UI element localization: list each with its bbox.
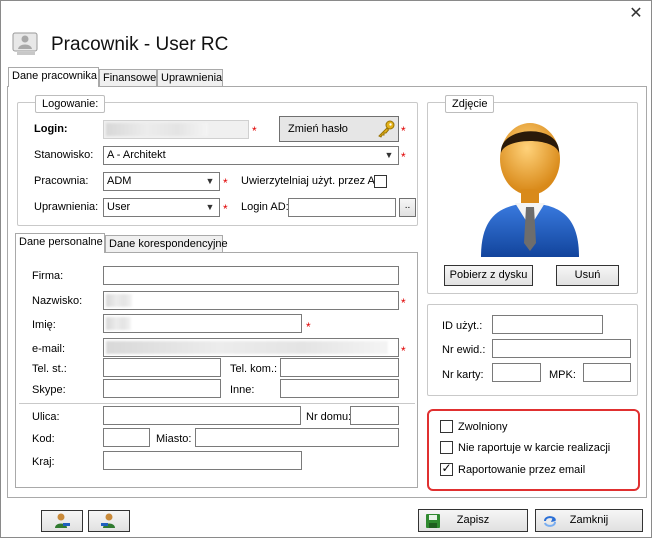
exit-icon xyxy=(544,516,556,527)
user-arrow-right-icon xyxy=(101,513,115,528)
city-label: Miasto: xyxy=(156,433,192,445)
window-title: Pracownik - User RC xyxy=(51,34,229,55)
skype-label: Skype: xyxy=(32,384,66,396)
user-card-icon xyxy=(12,32,38,55)
change-password-button[interactable]: Zmień hasło xyxy=(279,116,399,142)
mobile-label: Tel. kom.: xyxy=(230,363,278,375)
close-label: Zamknij xyxy=(569,514,609,526)
company-label: Firma: xyxy=(32,270,64,282)
record-number-field[interactable] xyxy=(492,339,631,358)
required-mark: * xyxy=(401,150,406,164)
required-mark: * xyxy=(401,296,406,310)
user-next-button[interactable] xyxy=(88,510,130,532)
login-field[interactable] xyxy=(103,120,249,139)
login-ad-field[interactable] xyxy=(288,198,396,217)
no-report-label: Nie raportuje w karcie realizacji xyxy=(458,442,611,454)
tab-finansowe[interactable]: Finansowe xyxy=(99,69,157,87)
required-mark: * xyxy=(223,202,228,216)
city-field[interactable] xyxy=(195,428,399,447)
tab-dane-pracownika[interactable]: Dane pracownika xyxy=(8,67,99,87)
close-icon[interactable]: ✕ xyxy=(623,3,649,25)
record-number-label: Nr ewid.: xyxy=(442,344,486,356)
card-number-field[interactable] xyxy=(492,363,541,382)
required-mark: * xyxy=(306,320,311,334)
other-label: Inne: xyxy=(230,384,255,396)
street-label: Ulica: xyxy=(32,411,60,423)
phone-field[interactable] xyxy=(103,358,221,377)
email-report-label: Raportowanie przez email xyxy=(458,464,586,476)
name-label: Imię: xyxy=(32,319,56,331)
position-label: Stanowisko: xyxy=(34,149,94,161)
email-label: e-mail: xyxy=(32,343,66,355)
change-password-label: Zmień hasło xyxy=(288,123,348,135)
phone-label: Tel. st.: xyxy=(32,363,67,375)
card-number-label: Nr karty: xyxy=(442,369,484,381)
login-ad-label: Login AD: xyxy=(241,201,289,213)
login-ad-browse-button[interactable]: .. xyxy=(399,198,416,217)
name-field[interactable] xyxy=(103,314,302,333)
other-field[interactable] xyxy=(280,379,399,398)
login-group-legend: Logowanie: xyxy=(35,95,106,113)
required-mark: * xyxy=(401,124,406,138)
ad-auth-label: Uwierzytelniaj użyt. przez AD xyxy=(241,175,383,187)
tab-uprawnienia[interactable]: Uprawnienia xyxy=(157,69,223,87)
company-field[interactable] xyxy=(103,266,399,285)
country-label: Kraj: xyxy=(32,456,55,468)
house-number-field[interactable] xyxy=(350,406,399,425)
required-mark: * xyxy=(401,344,406,358)
tab-dane-korespondencyjne[interactable]: Dane korespondencyjne xyxy=(105,235,228,253)
load-photo-button[interactable]: Pobierz z dysku xyxy=(444,265,533,286)
email-report-checkbox[interactable]: ✓ xyxy=(440,461,453,476)
surname-field[interactable] xyxy=(103,291,399,310)
no-report-checkbox[interactable] xyxy=(440,441,453,454)
save-button[interactable]: Zapisz xyxy=(418,509,528,532)
terminated-checkbox[interactable] xyxy=(440,420,453,433)
email-field[interactable] xyxy=(103,338,399,357)
employee-dialog: ✕ Pracownik - User RC Dane pracownika Fi… xyxy=(0,0,652,538)
user-arrow-left-icon xyxy=(55,513,70,528)
office-label: Pracownia: xyxy=(34,175,89,187)
terminated-label: Zwolniony xyxy=(458,421,508,433)
required-mark: * xyxy=(252,124,257,138)
user-prev-button[interactable] xyxy=(41,510,83,532)
login-label: Login: xyxy=(34,123,68,135)
house-number-label: Nr domu: xyxy=(306,411,352,423)
user-id-label: ID użyt.: xyxy=(442,320,483,332)
tab-dane-personalne[interactable]: Dane personalne xyxy=(15,233,105,253)
user-id-field[interactable] xyxy=(492,315,603,334)
chevron-down-icon: ▼ xyxy=(205,202,215,212)
key-icon xyxy=(378,120,395,138)
save-icon xyxy=(426,514,440,528)
permissions-label: Uprawnienia: xyxy=(34,201,99,213)
permissions-select[interactable]: User ▼ xyxy=(103,198,220,217)
close-button[interactable]: Zamknij xyxy=(535,509,643,532)
skype-field[interactable] xyxy=(103,379,221,398)
required-mark: * xyxy=(223,176,228,190)
country-field[interactable] xyxy=(103,451,302,470)
save-label: Zapisz xyxy=(456,514,490,526)
zip-label: Kod: xyxy=(32,433,55,445)
user-photo-icon xyxy=(481,123,579,257)
mobile-field[interactable] xyxy=(280,358,399,377)
checkmark-icon: ✓ xyxy=(441,461,452,475)
position-select[interactable]: A - Architekt ▼ xyxy=(103,146,399,165)
ad-auth-checkbox[interactable] xyxy=(374,175,387,188)
remove-photo-button[interactable]: Usuń xyxy=(556,265,619,286)
address-separator xyxy=(19,403,415,404)
surname-label: Nazwisko: xyxy=(32,295,83,307)
street-field[interactable] xyxy=(103,406,301,425)
mpk-field[interactable] xyxy=(583,363,631,382)
mpk-label: MPK: xyxy=(549,369,576,381)
chevron-down-icon: ▼ xyxy=(384,150,394,160)
office-select[interactable]: ADM ▼ xyxy=(103,172,220,191)
chevron-down-icon: ▼ xyxy=(205,176,215,186)
zip-field[interactable] xyxy=(103,428,150,447)
photo-group-legend: Zdjęcie xyxy=(445,95,495,113)
